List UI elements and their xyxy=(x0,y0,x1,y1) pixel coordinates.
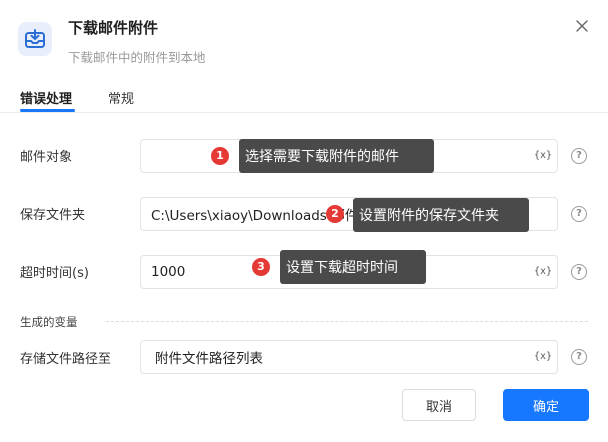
tooltip-timeout: 设置下载超时时间 xyxy=(280,250,426,284)
tab-error-handling[interactable]: 错误处理 xyxy=(20,88,72,107)
help-circle-icon[interactable]: ? xyxy=(571,148,587,164)
tooltip-save-folder: 设置附件的保存文件夹 xyxy=(353,198,529,232)
timeout-label: 超时时间(s) xyxy=(20,266,89,281)
output-path-label: 存储文件路径至 xyxy=(20,352,112,367)
dialog-title: 下载邮件附件 xyxy=(68,19,159,37)
help-circle-icon[interactable]: ? xyxy=(571,349,587,365)
step-badge-1: 1 xyxy=(211,147,229,165)
variable-icon[interactable]: {x} xyxy=(533,148,553,164)
mail-object-label: 邮件对象 xyxy=(20,150,73,165)
tab-divider xyxy=(0,112,608,113)
section-divider xyxy=(106,321,588,322)
confirm-button[interactable]: 确定 xyxy=(503,389,589,421)
save-folder-label: 保存文件夹 xyxy=(20,208,86,223)
generated-vars-label: 生成的变量 xyxy=(20,315,78,329)
tab-general[interactable]: 常规 xyxy=(108,88,134,107)
step-badge-3: 3 xyxy=(252,258,270,276)
tooltip-mail-object: 选择需要下载附件的邮件 xyxy=(239,139,434,173)
save-folder-value: C:\Users\xiaoy\Downloads\邮件附件 xyxy=(151,208,386,224)
help-circle-icon[interactable]: ? xyxy=(571,264,587,280)
variable-icon[interactable]: {x} xyxy=(533,349,553,365)
download-tray-icon xyxy=(18,22,52,56)
variable-icon[interactable]: {x} xyxy=(533,264,553,280)
close-icon[interactable] xyxy=(575,18,589,32)
output-path-input[interactable]: 附件文件路径列表 xyxy=(140,340,558,374)
tab-active-indicator xyxy=(20,109,75,112)
step-badge-2: 2 xyxy=(326,205,344,223)
cancel-button[interactable]: 取消 xyxy=(402,389,476,421)
help-circle-icon[interactable]: ? xyxy=(571,206,587,222)
dialog-subtitle: 下载邮件中的附件到本地 xyxy=(68,50,206,65)
